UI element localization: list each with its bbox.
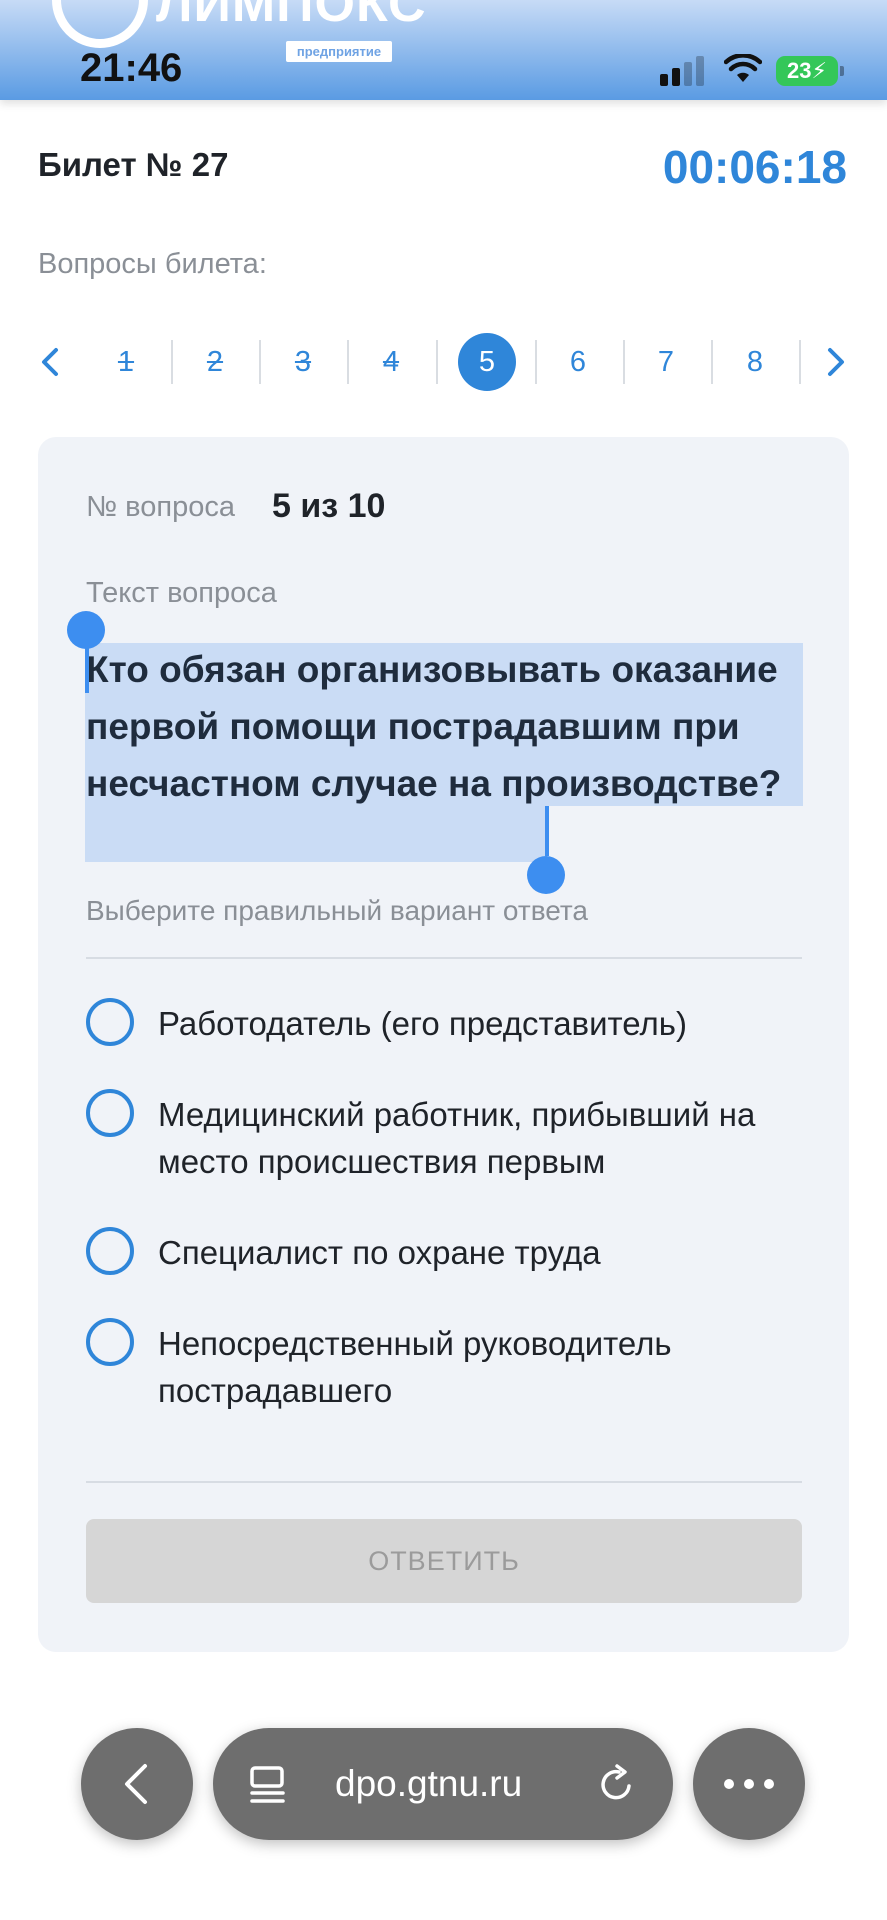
site-logo-ring [52,0,148,48]
status-bar: ЛИМПОКС предприятие 21:46 23⚡ [0,0,887,100]
browser-more-button[interactable] [693,1728,805,1840]
answer-hint: Выберите правильный вариант ответа [86,895,588,926]
chevron-left-icon [125,1764,147,1804]
page-separator [436,340,438,384]
countdown-timer: 00:06:18 [662,141,847,193]
page: ЛИМПОКС предприятие 21:46 23⚡ Билет № 27… [0,0,887,1920]
page-item-3[interactable]: 3 [273,330,333,394]
cellular-signal-icon [660,56,708,86]
page-menu-icon[interactable] [249,1766,289,1804]
page-item-4[interactable]: 4 [361,330,421,394]
wifi-icon [724,54,762,82]
selection-end-handle[interactable] [527,856,565,894]
reload-icon[interactable] [597,1764,637,1804]
answer-option[interactable]: Работодатель (его представитель) [86,998,806,1047]
page-item-5-current[interactable]: 5 [458,333,516,391]
battery-icon: 23⚡ [776,56,844,86]
browser-back-button[interactable] [81,1728,193,1840]
page-item-8[interactable]: 8 [725,330,785,394]
answer-option-label: Медицинский работник, прибывший на место… [158,1096,756,1180]
browser-address-bar[interactable]: dpo.gtnu.ru [213,1728,673,1840]
page-separator [347,340,349,384]
browser-url[interactable]: dpo.gtnu.ru [335,1728,522,1840]
page-separator [259,340,261,384]
questions-label: Вопросы билета: [38,248,267,280]
text-selection-highlight [85,806,547,862]
divider [86,1481,802,1483]
answer-option[interactable]: Специалист по охране труда [86,1227,806,1276]
page-item-6[interactable]: 6 [548,330,608,394]
page-separator [535,340,537,384]
page-separator [711,340,713,384]
question-number-value: 5 из 10 [272,487,386,525]
page-separator [623,340,625,384]
battery-level: 23 [787,58,812,83]
page-item-2[interactable]: 2 [185,330,245,394]
question-text-label: Текст вопроса [86,577,277,609]
answer-button[interactable]: ОТВЕТИТЬ [86,1519,802,1603]
selection-end-caret [545,806,549,856]
site-logo-text: ЛИМПОКС [156,0,427,33]
question-text[interactable]: Кто обязан организовывать оказание перво… [86,641,806,812]
answer-option[interactable]: Непосредственный руководитель пострадавш… [86,1318,806,1414]
answer-option-label: Работодатель (его представитель) [158,1005,687,1042]
selection-start-caret [85,643,89,693]
radio-button[interactable] [86,1227,134,1275]
status-time: 21:46 [80,46,183,90]
site-logo-subtitle: предприятие [286,41,392,62]
answer-option-label: Специалист по охране труда [158,1234,601,1271]
page-separator [799,340,801,384]
selection-start-handle[interactable] [67,611,105,649]
question-pagination: 1 2 3 4 5 6 7 8 [0,330,887,394]
radio-button[interactable] [86,1089,134,1137]
radio-button[interactable] [86,998,134,1046]
chevron-left-icon[interactable] [30,342,70,382]
radio-button[interactable] [86,1318,134,1366]
ticket-title: Билет № 27 [38,146,229,183]
question-card: № вопроса 5 из 10 Текст вопроса Кто обяз… [38,437,849,1652]
divider [86,957,802,959]
more-dots-icon [724,1779,774,1789]
answer-options: Работодатель (его представитель) Медицин… [86,998,806,1458]
answer-option[interactable]: Медицинский работник, прибывший на место… [86,1089,806,1185]
answer-option-label: Непосредственный руководитель пострадавш… [158,1325,672,1409]
chevron-right-icon[interactable] [816,342,856,382]
page-separator [171,340,173,384]
page-item-1[interactable]: 1 [96,330,156,394]
page-item-7[interactable]: 7 [636,330,696,394]
question-number-label: № вопроса [86,491,235,523]
